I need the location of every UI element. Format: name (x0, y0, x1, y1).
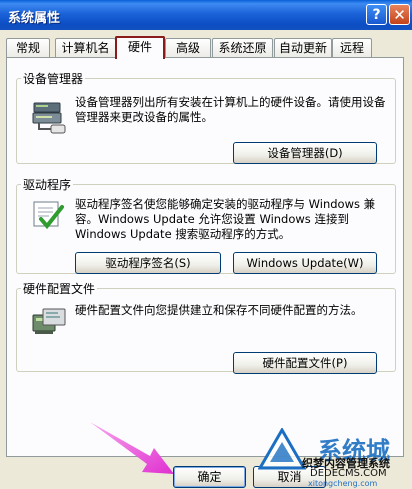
tab-hardware[interactable]: 硬件 (115, 36, 165, 59)
device-manager-button[interactable]: 设备管理器(D) (233, 142, 377, 164)
window-title: 系统属性 (8, 11, 61, 26)
drivers-group: 驱动程序 驱动程序签名使您能够确定安装的驱动程序与 Windows 兼容。Win… (16, 176, 396, 274)
driver-signing-button[interactable]: 驱动程序签名(S) (75, 252, 221, 274)
device-manager-description: 设备管理器列出所有安装在计算机上的硬件设备。请使用设备管理器来更改设备的属性。 (75, 95, 386, 124)
pointer-arrow-icon (90, 422, 174, 474)
tab-general[interactable]: 常规 (6, 38, 50, 57)
close-button[interactable]: ✕ (389, 4, 410, 25)
tab-computer-name[interactable]: 计算机名 (55, 38, 116, 57)
ok-button[interactable]: 确定 (173, 466, 246, 488)
hardware-profiles-legend: 硬件配置文件 (23, 282, 96, 296)
watermark-url: xitongcheng.com (308, 479, 378, 488)
device-manager-group: 设备管理器 设备管理器列出所有安装在计算机上的硬件设备。请使用设备管理器来更改设… (16, 70, 396, 164)
windows-update-button[interactable]: Windows Update(W) (233, 252, 377, 274)
hardware-profiles-icon (32, 308, 66, 334)
tab-advanced[interactable]: 高级 (165, 38, 211, 57)
device-manager-icon (32, 102, 66, 134)
tab-remote[interactable]: 远程 (332, 38, 372, 57)
driver-signing-icon (33, 201, 64, 230)
watermark-line2: DEDECMS.COM (310, 468, 387, 479)
tab-automatic-updates[interactable]: 自动更新 (274, 38, 332, 57)
drivers-legend: 驱动程序 (23, 178, 72, 192)
hardware-profiles-group: 硬件配置文件 硬件配置文件向您提供建立和保存不同硬件配置的方法。 硬件配置文件(… (16, 280, 396, 374)
watermark-logo-icon (258, 428, 306, 470)
hardware-profiles-button[interactable]: 硬件配置文件(P) (233, 352, 377, 374)
device-manager-legend: 设备管理器 (23, 72, 84, 86)
help-button[interactable]: ? (366, 4, 387, 25)
hardware-profiles-description: 硬件配置文件向您提供建立和保存不同硬件配置的方法。 (75, 303, 363, 317)
title-bar[interactable]: 系统属性 ? ✕ (0, 0, 412, 30)
tab-system-restore[interactable]: 系统还原 (212, 38, 273, 57)
drivers-description: 驱动程序签名使您能够确定安装的驱动程序与 Windows 兼容。Windows … (75, 197, 376, 241)
hardware-tab-panel: 设备管理器 设备管理器列出所有安装在计算机上的硬件设备。请使用设备管理器来更改设… (6, 57, 404, 457)
